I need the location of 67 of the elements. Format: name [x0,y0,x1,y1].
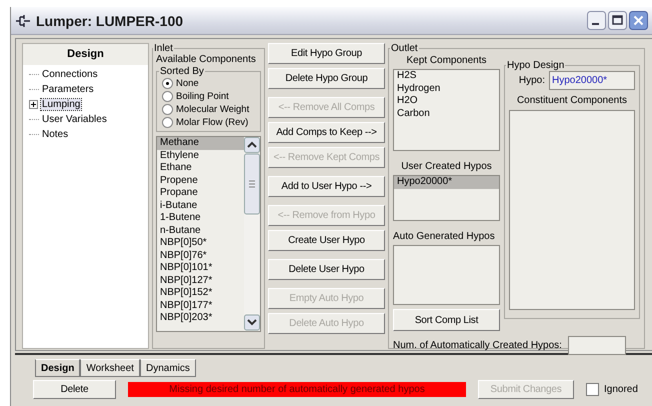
list-item[interactable]: Methane [157,137,244,150]
tab[interactable]: Worksheet [80,359,140,377]
list-item[interactable]: Hydrogen [394,82,499,95]
flowsheet-icon [15,14,31,28]
radio-label: Molar Flow (Rev) [176,116,248,129]
status-message: Missing desired number of automatically generated hypos [128,382,466,397]
tree-item[interactable]: Connections [41,69,99,80]
list-item[interactable]: Propane [157,187,244,200]
count-field[interactable] [568,336,626,355]
tree-item[interactable]: Notes [41,129,70,140]
list-item[interactable]: NBP[0]50* [157,237,244,250]
list-item[interactable]: H2O [394,95,499,108]
list-item[interactable]: NBP[0]76* [157,250,244,262]
list-item[interactable]: Ethane [157,162,244,174]
group-title: Sorted By [159,66,205,77]
tab[interactable]: Design [35,359,80,377]
delete-button[interactable]: Delete [33,380,116,399]
maximize-button[interactable] [608,11,627,30]
section-heading: Available Components [156,54,257,66]
action-button[interactable]: Delete Hypo Group [268,68,385,89]
list-item[interactable]: Ethylene [157,150,244,162]
list-item[interactable]: NBP[0]203* [157,312,244,324]
sort-button[interactable]: Sort Comp List [393,309,500,331]
field-label: Num. of Automatically Created Hypos: [393,339,562,352]
list-heading: Kept Components [405,54,488,67]
minimize-button[interactable] [587,11,606,30]
radio-label: Molecular Weight [176,103,250,116]
list-item[interactable]: NBP[0]152* [157,287,244,300]
group-title: Inlet [153,43,174,54]
window-title: Lumper: LUMPER-100 [36,12,184,28]
field-label: Hypo: [518,74,545,87]
list-heading: User Created Hypos [400,160,493,173]
radio-label: Boiling Point [176,90,229,103]
tree-heading: Design [23,44,148,65]
radio-label: None [176,77,199,90]
group-title: Outlet [390,43,419,54]
ignored-checkbox[interactable]: Ignored [586,383,638,396]
list-item[interactable]: NBP[0]177* [157,300,244,312]
list-heading: Constituent Components [516,94,628,107]
list-item[interactable]: H2S [394,70,499,82]
list-item[interactable]: Propene [157,174,244,187]
list-item[interactable]: Carbon [394,108,499,120]
list-heading: Auto Generated Hypos [393,230,496,243]
hypo-name-field[interactable]: Hypo20000* [549,71,635,90]
action-button[interactable]: Create User Hypo [268,230,385,251]
action-button[interactable]: Delete User Hypo [268,259,385,280]
close-button[interactable] [629,11,648,30]
tab[interactable]: Dynamics [140,359,196,377]
action-button[interactable]: Edit Hypo Group [268,43,385,64]
tree-item[interactable]: User Variables [41,114,108,125]
radio-button[interactable] [162,117,173,128]
scrollbar-drawing[interactable] [244,137,260,331]
radio-button-selected[interactable] [162,78,173,89]
list-item[interactable]: NBP[0]101* [157,262,244,274]
list-item[interactable]: n-Butane [157,224,244,237]
tree-item[interactable]: Parameters [41,84,95,95]
group-title: Hypo Design [506,60,566,71]
list-item[interactable]: 1-Butene [157,212,244,224]
tree-item[interactable]: Lumping [41,99,82,110]
action-button[interactable]: Add Comps to Keep --> [268,122,385,143]
list-item[interactable]: Hypo20000* [394,176,499,188]
list-item[interactable]: NBP[0]127* [157,274,244,287]
list-item[interactable]: i-Butane [157,200,244,212]
expand-icon[interactable] [29,100,38,109]
radio-button[interactable] [162,91,173,102]
radio-button[interactable] [162,104,173,115]
action-button[interactable]: Add to User Hypo --> [268,176,385,197]
